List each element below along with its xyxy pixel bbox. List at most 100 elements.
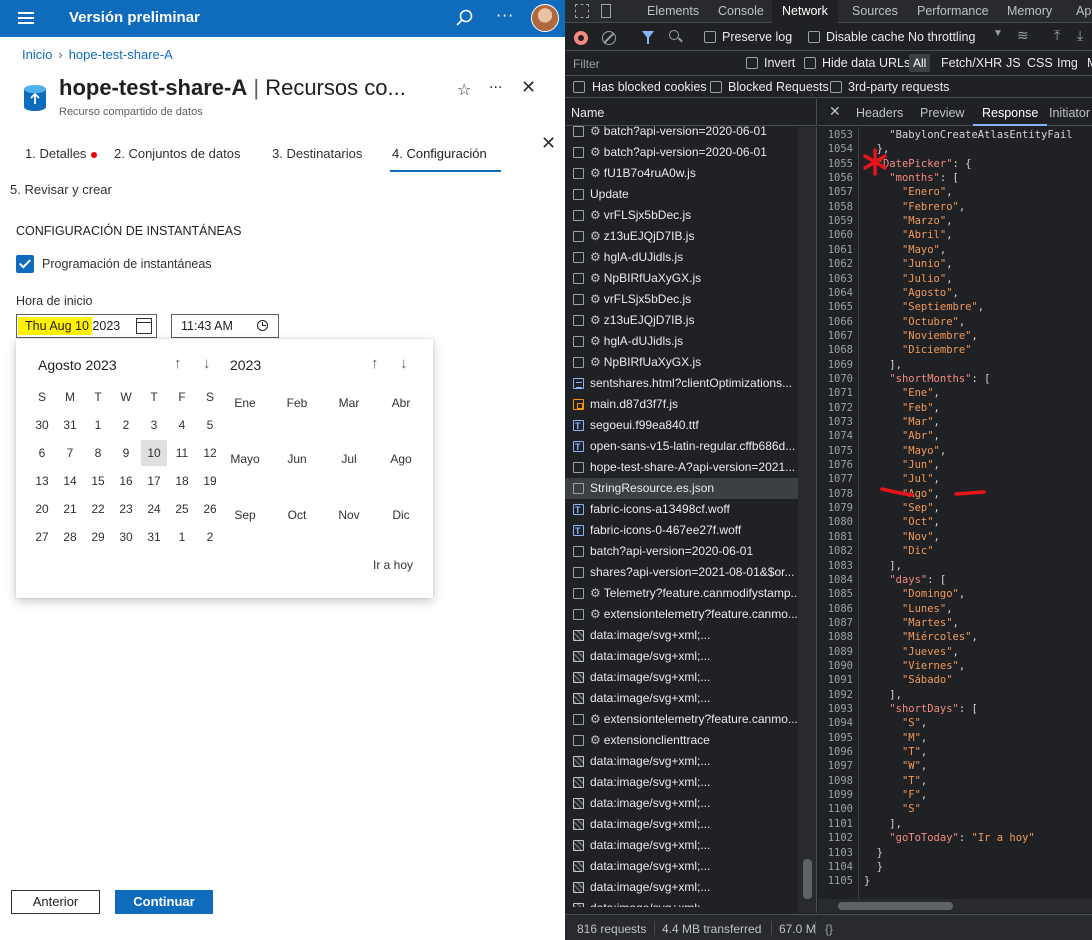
calendar-day[interactable]: 21	[57, 496, 83, 522]
preserve-log-checkbox[interactable]	[704, 31, 716, 43]
calendar-day[interactable]: 1	[85, 412, 111, 438]
tab-detalles[interactable]: 1. Detalles	[25, 146, 98, 161]
calendar-day[interactable]: 5	[197, 412, 223, 438]
request-row[interactable]: shares?api-version=2021-08-01&$or...	[565, 562, 798, 583]
calendar-day[interactable]: 3	[141, 412, 167, 438]
calendar-day[interactable]: 2	[197, 524, 223, 550]
calendar-day[interactable]: 31	[141, 524, 167, 550]
calendar-day[interactable]: 19	[197, 468, 223, 494]
request-row[interactable]: Update	[565, 184, 798, 205]
month-cell[interactable]: Mar	[329, 396, 369, 410]
request-row[interactable]: data:image/svg+xml;...	[565, 877, 798, 898]
request-row[interactable]: open-sans-v15-latin-regular.cffb686d...	[565, 436, 798, 457]
request-row[interactable]: data:image/svg+xml;...	[565, 898, 798, 907]
calendar-day[interactable]: 31	[57, 412, 83, 438]
calendar-day[interactable]: 22	[85, 496, 111, 522]
filter-media[interactable]: M	[1087, 56, 1092, 70]
calendar-icon[interactable]	[136, 318, 152, 334]
calendar-day[interactable]: 17	[141, 468, 167, 494]
previous-button[interactable]: Anterior	[11, 890, 100, 914]
month-cell[interactable]: Dic	[381, 508, 421, 522]
continue-button[interactable]: Continuar	[115, 890, 213, 914]
filter-icon[interactable]	[642, 31, 654, 44]
tab-preview[interactable]: Preview	[920, 106, 964, 120]
hide-data-urls-checkbox[interactable]	[804, 57, 816, 69]
tab-console[interactable]: Console	[718, 4, 764, 18]
inspect-element-icon[interactable]	[575, 4, 589, 18]
filter-css[interactable]: CSS	[1027, 56, 1053, 70]
hamburger-menu-icon[interactable]	[18, 12, 34, 24]
next-year-arrow-icon[interactable]: ↓	[400, 355, 408, 372]
request-row[interactable]: segoeui.f99ea840.ttf	[565, 415, 798, 436]
request-row[interactable]: main.d87d3f7f.js	[565, 394, 798, 415]
month-cell[interactable]: Feb	[277, 396, 317, 410]
filter-fetch-xhr[interactable]: Fetch/XHR	[941, 56, 1002, 70]
calendar-day[interactable]: 14	[57, 468, 83, 494]
tab-performance[interactable]: Performance	[917, 4, 989, 18]
breadcrumb-home-link[interactable]: Inicio	[22, 47, 52, 62]
calendar-day[interactable]: 2	[113, 412, 139, 438]
request-row[interactable]: sentshares.html?clientOptimizations...	[565, 373, 798, 394]
calendar-day[interactable]: 13	[29, 468, 55, 494]
search-icon[interactable]	[455, 8, 475, 28]
pretty-print-icon[interactable]: {}	[825, 922, 833, 936]
request-row[interactable]: ⚙ Telemetry?feature.canmodifystamp...	[565, 583, 798, 604]
calendar-day[interactable]: 8	[85, 440, 111, 466]
filter-js[interactable]: JS	[1006, 56, 1021, 70]
tab-application[interactable]: Ap	[1076, 4, 1091, 18]
calendar-day[interactable]: 9	[113, 440, 139, 466]
calendar-day[interactable]: 24	[141, 496, 167, 522]
clear-icon[interactable]	[602, 31, 616, 45]
favorite-star-icon[interactable]: ☆	[457, 80, 471, 99]
request-row[interactable]: ⚙ z13uEJQjD7IB.js	[565, 310, 798, 331]
request-row[interactable]: ⚙ z13uEJQjD7IB.js	[565, 226, 798, 247]
calendar-day[interactable]: 15	[85, 468, 111, 494]
calendar-day[interactable]: 29	[85, 524, 111, 550]
month-cell[interactable]: Abr	[381, 396, 421, 410]
calendar-day[interactable]: 18	[169, 468, 195, 494]
tab-network[interactable]: Network	[772, 0, 838, 23]
filter-input[interactable]: Filter	[573, 57, 600, 71]
calendar-day[interactable]: 30	[113, 524, 139, 550]
avatar[interactable]	[531, 4, 559, 32]
request-row[interactable]: data:image/svg+xml;...	[565, 835, 798, 856]
tab-memory[interactable]: Memory	[1007, 4, 1052, 18]
wifi-icon[interactable]: ≋	[1017, 27, 1029, 44]
calendar-day[interactable]: 23	[113, 496, 139, 522]
calendar-day[interactable]: 12	[197, 440, 223, 466]
request-row[interactable]: ⚙ hglA-dUJidls.js	[565, 331, 798, 352]
request-row[interactable]: data:image/svg+xml;...	[565, 793, 798, 814]
calendar-day[interactable]: 4	[169, 412, 195, 438]
prev-month-arrow-icon[interactable]: ↑	[174, 355, 182, 372]
request-row[interactable]: ⚙ extensiontelemetry?feature.canmo...	[565, 709, 798, 730]
request-row[interactable]: StringResource.es.json	[565, 478, 798, 499]
month-cell[interactable]: Nov	[329, 508, 369, 522]
tab-destinatarios[interactable]: 3. Destinatarios	[272, 146, 362, 161]
request-row[interactable]: data:image/svg+xml;...	[565, 667, 798, 688]
calendar-day[interactable]: 6	[29, 440, 55, 466]
request-row[interactable]: data:image/svg+xml;...	[565, 688, 798, 709]
disable-cache-checkbox[interactable]	[808, 31, 820, 43]
invert-checkbox[interactable]	[746, 57, 758, 69]
export-icon[interactable]: ⤓	[1077, 27, 1083, 44]
calendar-day[interactable]: 27	[29, 524, 55, 550]
request-row[interactable]: ⚙ batch?api-version=2020-06-01	[565, 121, 798, 142]
request-row[interactable]: batch?api-version=2020-06-01	[565, 541, 798, 562]
tab-initiator[interactable]: Initiator	[1049, 106, 1090, 120]
request-row[interactable]: data:image/svg+xml;...	[565, 772, 798, 793]
request-row[interactable]: ⚙ vrFLSjx5bDec.js	[565, 205, 798, 226]
month-cell[interactable]: Mayo	[225, 452, 265, 466]
blocked-requests-checkbox[interactable]	[710, 81, 722, 93]
request-row[interactable]: ⚙ extensiontelemetry?feature.canmo...	[565, 604, 798, 625]
month-cell[interactable]: Sep	[225, 508, 265, 522]
request-row[interactable]: data:image/svg+xml;...	[565, 751, 798, 772]
calendar-day[interactable]: 20	[29, 496, 55, 522]
throttling-select[interactable]: No throttling	[908, 30, 975, 44]
month-cell[interactable]: Jul	[329, 452, 369, 466]
tab-response[interactable]: Response	[973, 99, 1048, 126]
calendar-day[interactable]: 28	[57, 524, 83, 550]
response-code-view[interactable]: 1053 "BabylonCreateAtlasEntityFail 1054 }…	[818, 127, 1092, 899]
request-row[interactable]: hope-test-share-A?api-version=2021...	[565, 457, 798, 478]
tab-sources[interactable]: Sources	[852, 4, 898, 18]
request-row[interactable]: fabric-icons-0-467ee27f.woff	[565, 520, 798, 541]
